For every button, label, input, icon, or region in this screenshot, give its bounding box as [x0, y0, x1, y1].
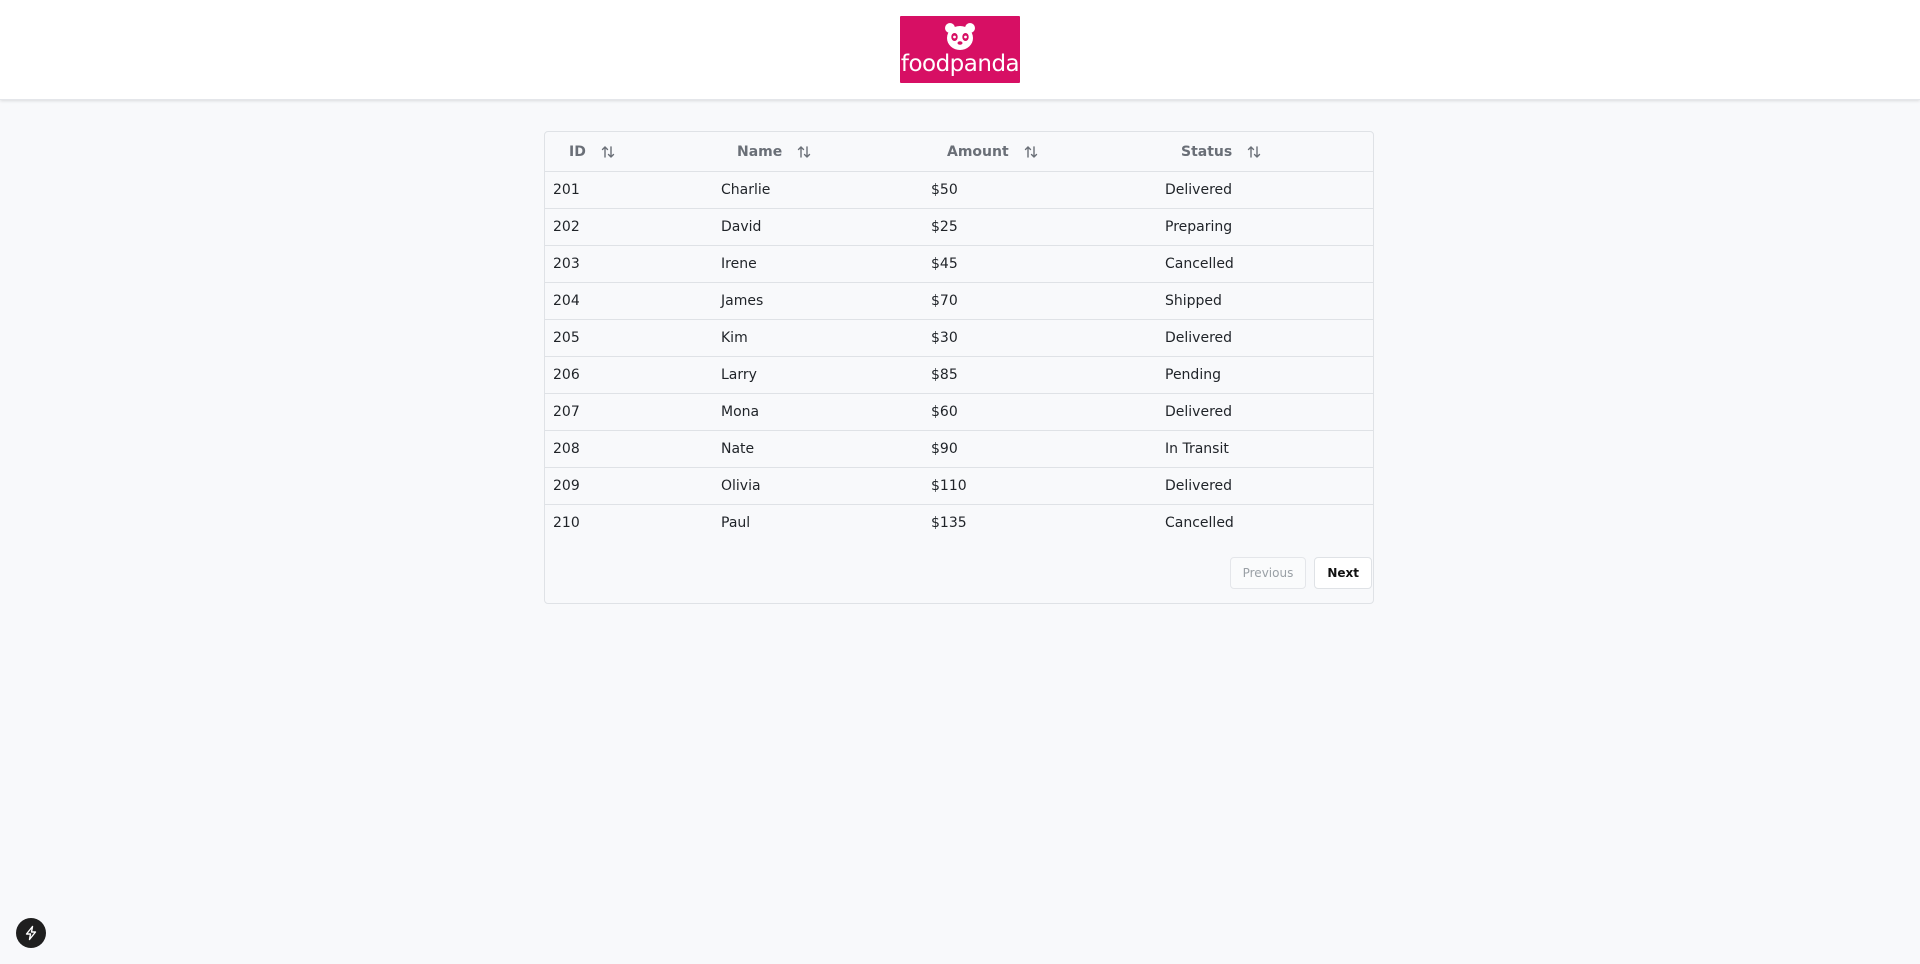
column-header-id[interactable]: ID [545, 132, 713, 172]
table-row: 207 Mona $60 Delivered [545, 393, 1373, 431]
table-row: 201 Charlie $50 Delivered [545, 171, 1373, 209]
cell-name: Paul [721, 515, 751, 531]
column-header-label: Amount [947, 143, 1009, 160]
column-header-label: Name [737, 143, 783, 160]
cell-amount: $50 [923, 171, 1157, 209]
cell-id: 201 [545, 171, 713, 209]
pagination: Previous Next [1229, 557, 1372, 589]
table-row: 204 James $70 Shipped [545, 282, 1373, 320]
cell-id: 204 [545, 282, 713, 320]
cell-name: David [713, 208, 923, 246]
cell-id: 208 [545, 430, 713, 468]
cell-id: 202 [545, 208, 713, 246]
column-header-status[interactable]: Status [1157, 132, 1373, 172]
next-button[interactable]: Next [1314, 557, 1372, 589]
sort-arrows-icon[interactable] [796, 144, 812, 160]
cell-name: Larry [713, 356, 923, 394]
sort-arrows-icon[interactable] [600, 144, 616, 160]
cell-status: Preparing [1157, 208, 1373, 246]
cell-status: Cancelled [1157, 245, 1373, 283]
cell-status: Delivered [1157, 467, 1373, 505]
foodpanda-logo[interactable]: foodpanda [900, 16, 1020, 83]
cell-amount: $30 [923, 319, 1157, 357]
cell-status: Pending [1157, 356, 1373, 394]
lightning-bolt-icon [25, 925, 37, 941]
cell-id: 209 [545, 467, 713, 505]
table-row: 208 Nate $90 In Transit [545, 430, 1373, 468]
cell-amount: $25 [923, 208, 1157, 246]
column-header-label: ID [569, 143, 586, 160]
logo-text: foodpanda [900, 51, 1020, 77]
cell-id: 210 [553, 515, 580, 531]
cell-amount: $70 [923, 282, 1157, 320]
column-header-amount[interactable]: Amount [923, 132, 1157, 172]
table-row: 209 Olivia $110 Delivered [545, 467, 1373, 505]
cell-status: Delivered [1157, 171, 1373, 209]
cell-status: Shipped [1157, 282, 1373, 320]
sort-arrows-icon[interactable] [1023, 144, 1039, 160]
cell-amount: $45 [923, 245, 1157, 283]
cell-id: 203 [545, 245, 713, 283]
sort-arrows-icon[interactable] [1246, 144, 1262, 160]
cell-name: Irene [713, 245, 923, 283]
floating-action-button[interactable] [16, 918, 46, 948]
cell-name: James [713, 282, 923, 320]
panda-face-icon [945, 23, 975, 50]
table-header-row: ID Name Amount Status [545, 132, 1373, 172]
table-row: 210 Paul $135 Cancelled [545, 505, 1373, 542]
table-row: 206 Larry $85 Pending [545, 356, 1373, 394]
cell-status: Delivered [1157, 393, 1373, 431]
cell-status: Delivered [1157, 319, 1373, 357]
cell-name: Kim [713, 319, 923, 357]
cell-amount: $110 [923, 467, 1157, 505]
orders-table: ID Name Amount Status 201 Charlie $50 De… [545, 132, 1373, 541]
top-header: foodpanda [0, 0, 1920, 100]
cell-amount: $85 [923, 356, 1157, 394]
table-row: 205 Kim $30 Delivered [545, 319, 1373, 357]
cell-name: Mona [713, 393, 923, 431]
cell-status: Cancelled [1165, 515, 1234, 531]
cell-name: Charlie [713, 171, 923, 209]
column-header-label: Status [1181, 143, 1233, 160]
cell-id: 205 [545, 319, 713, 357]
cell-amount: $135 [931, 515, 967, 531]
cell-id: 207 [545, 393, 713, 431]
cell-amount: $90 [923, 430, 1157, 468]
cell-name: Nate [713, 430, 923, 468]
table-row: 202 David $25 Preparing [545, 208, 1373, 246]
cell-name: Olivia [713, 467, 923, 505]
cell-amount: $60 [923, 393, 1157, 431]
column-header-name[interactable]: Name [713, 132, 923, 172]
cell-status: In Transit [1157, 430, 1373, 468]
orders-table-card: ID Name Amount Status 201 Charlie $50 De… [544, 131, 1374, 604]
previous-button[interactable]: Previous [1229, 557, 1307, 589]
table-row: 203 Irene $45 Cancelled [545, 245, 1373, 283]
cell-id: 206 [545, 356, 713, 394]
